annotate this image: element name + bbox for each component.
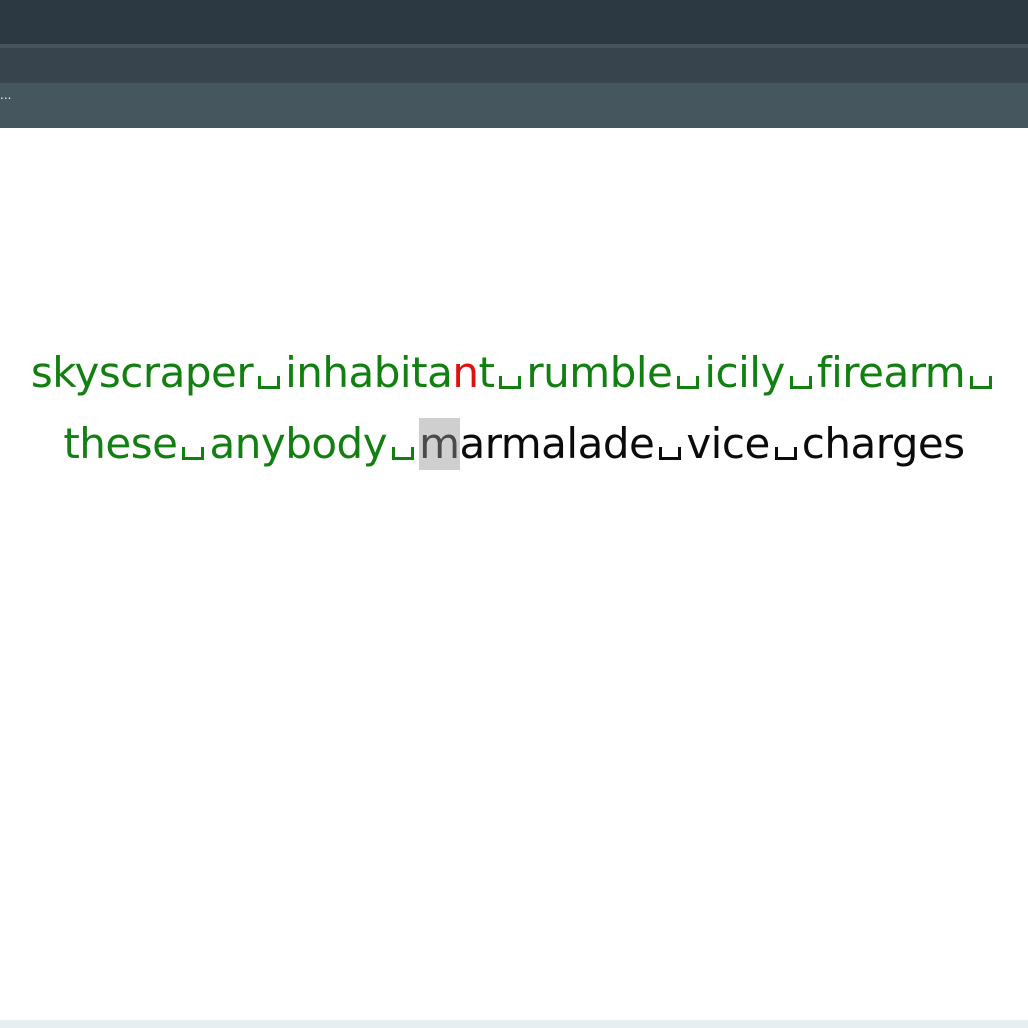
typing-line-1: skyscraper inhabitant rumble icily firearm — [0, 347, 1028, 399]
space-marker — [786, 359, 816, 389]
space-marker — [254, 359, 284, 389]
toolbar — [0, 48, 1028, 83]
bottom-strip — [0, 1020, 1028, 1028]
space-marker — [655, 430, 685, 460]
space-marker — [178, 430, 208, 460]
space-marker — [388, 430, 418, 460]
space-marker — [495, 359, 525, 389]
typing-line-2: these anybody marmalade vice charges — [0, 418, 1028, 470]
status-bar — [0, 83, 1028, 128]
typing-text-segment: inhabita — [285, 348, 453, 397]
typing-area[interactable] — [0, 128, 1028, 1020]
typing-text-segment: skyscraper — [30, 348, 254, 397]
typing-text-segment: t — [478, 348, 495, 397]
space-marker — [771, 430, 801, 460]
typing-cursor-char: m — [419, 418, 460, 470]
typing-text-segment: armalade — [459, 419, 655, 468]
typing-text-segment: charges — [801, 419, 965, 468]
status-ellipsis: ... — [0, 88, 12, 102]
typing-text-segment: anybody — [209, 419, 388, 468]
typing-text-segment: icily — [704, 348, 785, 397]
typing-text-segment: vice — [686, 419, 770, 468]
typing-text-segment: n — [452, 348, 479, 397]
space-marker — [673, 359, 703, 389]
typing-test-window: ... skyscraper inhabitant rumble icily firea… — [0, 0, 1028, 1028]
typing-text-segment: these — [63, 419, 178, 468]
typing-text-segment: firearm — [816, 348, 966, 397]
title-bar — [0, 0, 1028, 44]
typing-text-segment: rumble — [526, 348, 673, 397]
space-marker — [966, 359, 996, 389]
